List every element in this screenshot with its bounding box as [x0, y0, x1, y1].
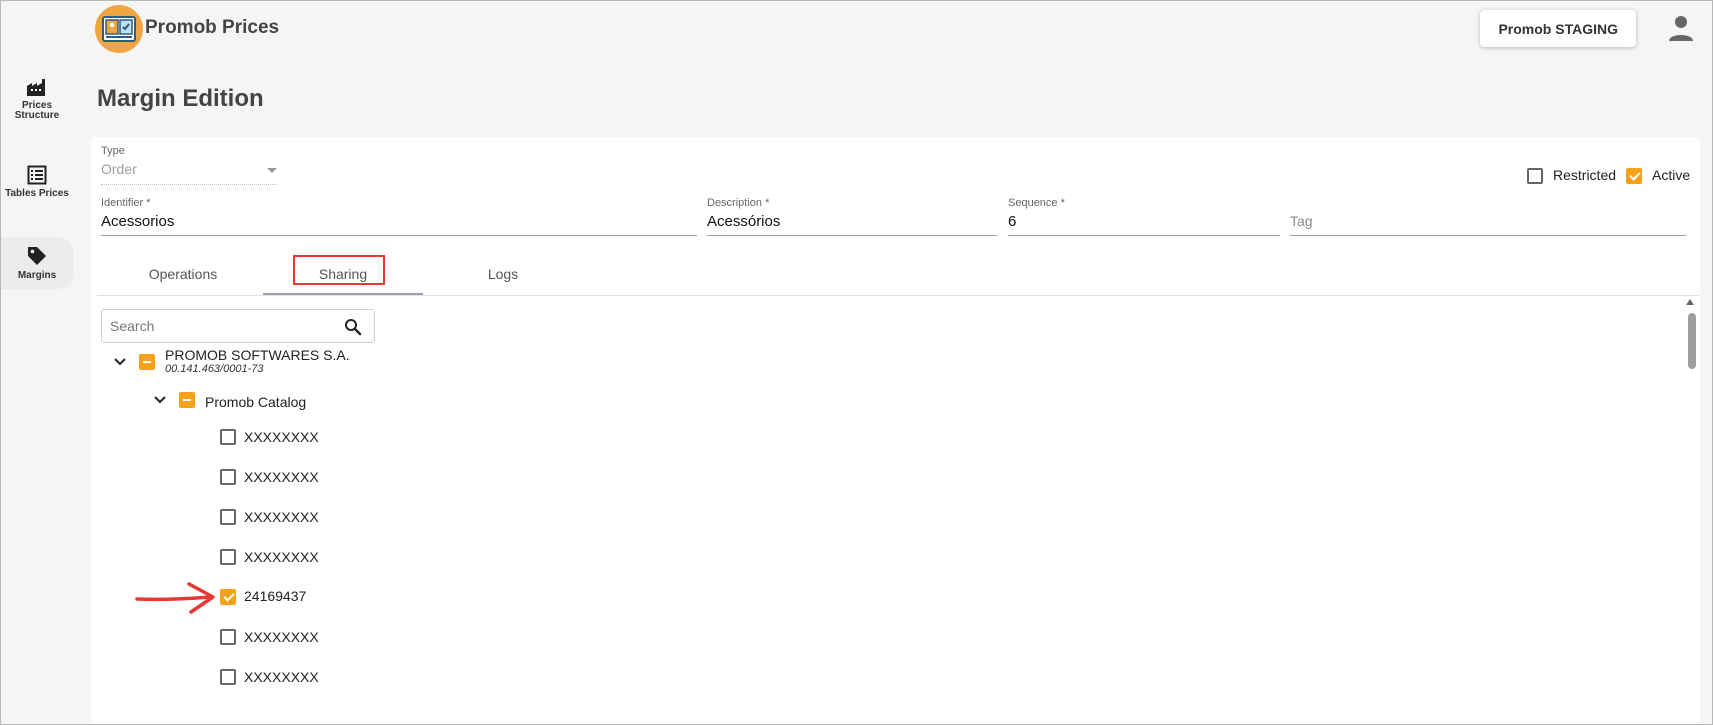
tag-underline [1290, 235, 1686, 236]
tabs-divider [97, 295, 1700, 296]
scroll-up-arrow[interactable] [1686, 299, 1694, 305]
description-label: Description * [707, 197, 770, 209]
company-checkbox[interactable] [139, 354, 155, 370]
restricted-checkbox[interactable] [1527, 168, 1543, 184]
restricted-label: Restricted [1553, 167, 1617, 183]
scrollbar-thumb[interactable] [1688, 313, 1696, 369]
sidebar-item-label: Structure [14, 110, 60, 121]
type-underline [101, 184, 277, 185]
item-label: XXXXXXXX [244, 669, 319, 685]
item-checkbox[interactable] [220, 549, 236, 565]
table-list-icon [27, 165, 47, 185]
search-box [101, 309, 375, 343]
app-logo [95, 5, 143, 53]
active-checkbox[interactable] [1626, 168, 1642, 184]
chevron-down-icon[interactable] [111, 353, 129, 371]
sequence-input[interactable]: 6 [1008, 213, 1016, 230]
item-label: 24169437 [244, 588, 307, 604]
sidebar-item-label: Margins [17, 270, 57, 281]
app-window: Prices Structure Tables Prices Margins P… [0, 0, 1713, 725]
app-logo-icon [102, 16, 136, 42]
sidebar-item-tables-prices[interactable]: Tables Prices [1, 165, 73, 225]
active-label: Active [1652, 167, 1691, 183]
top-bar: Promob Prices Promob STAGING [79, 1, 1712, 57]
sidebar-item-margins[interactable]: Margins [1, 237, 73, 289]
item-label: XXXXXXXX [244, 469, 319, 485]
chevron-down-icon[interactable] [151, 391, 169, 409]
company-name: PROMOB SOFTWARES S.A. [165, 347, 350, 363]
sidebar-item-label: Tables Prices [5, 188, 69, 199]
sequence-label: Sequence * [1008, 197, 1065, 209]
environment-button[interactable]: Promob STAGING [1480, 10, 1636, 47]
type-value: Order [101, 161, 137, 177]
user-account-button[interactable] [1666, 13, 1696, 43]
identifier-underline [101, 235, 697, 236]
type-label: Type [101, 145, 125, 157]
factory-icon [27, 79, 45, 96]
sequence-underline [1008, 235, 1280, 236]
company-document: 00.141.463/0001-73 [165, 363, 264, 375]
item-label: XXXXXXXX [244, 429, 319, 445]
item-checkbox[interactable] [220, 629, 236, 645]
chevron-down-icon [267, 168, 277, 173]
identifier-input[interactable]: Acessorios [101, 213, 174, 230]
active-tab-indicator [263, 293, 423, 295]
item-label: XXXXXXXX [244, 509, 319, 525]
item-checkbox[interactable] [220, 509, 236, 525]
item-label: XXXXXXXX [244, 629, 319, 645]
catalog-checkbox[interactable] [179, 392, 195, 408]
description-input[interactable]: Acessórios [707, 213, 780, 230]
app-title: Promob Prices [145, 17, 280, 38]
catalog-name: Promob Catalog [205, 394, 307, 410]
item-checkbox[interactable] [220, 669, 236, 685]
main-content: Margin Edition Type Order Restricted Act… [73, 57, 1712, 724]
item-checkbox-checked[interactable] [220, 589, 236, 605]
tab-logs[interactable]: Logs [423, 253, 583, 295]
identifier-label: Identifier * [101, 197, 151, 209]
item-label: XXXXXXXX [244, 549, 319, 565]
sidebar: Prices Structure Tables Prices Margins [1, 1, 73, 724]
tag-icon [28, 247, 46, 265]
user-icon [1669, 16, 1693, 41]
annotation-arrow-icon [135, 582, 215, 614]
item-checkbox[interactable] [220, 429, 236, 445]
item-checkbox[interactable] [220, 469, 236, 485]
margin-form-card: Type Order Restricted Active Identifier … [91, 137, 1700, 724]
page-title: Margin Edition [97, 85, 264, 112]
tag-input[interactable]: Tag [1290, 213, 1313, 229]
search-icon[interactable] [344, 318, 362, 336]
sidebar-item-prices-structure[interactable]: Prices Structure [1, 77, 73, 137]
type-select[interactable]: Order [101, 159, 277, 183]
description-underline [707, 235, 997, 236]
search-input[interactable] [110, 315, 330, 337]
tab-operations[interactable]: Operations [103, 253, 263, 295]
annotation-highlight-box [293, 255, 385, 285]
